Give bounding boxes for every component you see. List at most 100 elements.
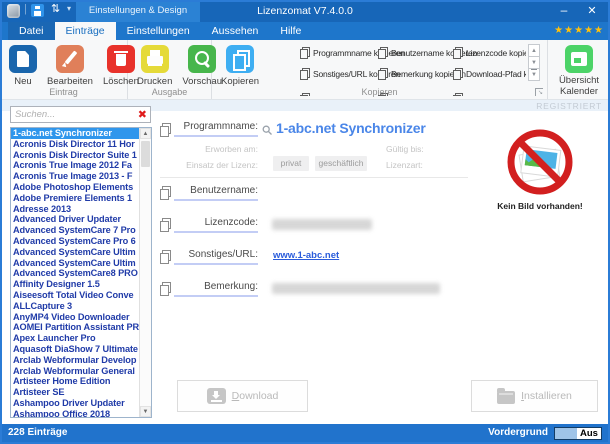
qat-dropdown-caret-icon[interactable]: ▾ — [67, 4, 71, 13]
search-input[interactable] — [15, 108, 130, 121]
list-item[interactable]: Arclab Webformular Develop — [11, 355, 139, 366]
copy-command-item[interactable]: Download-Pfad kopieren — [453, 67, 526, 80]
list-item[interactable]: Advanced SystemCare Pro 6 — [11, 236, 139, 247]
copy-icon — [453, 46, 463, 59]
tab-eintraege[interactable]: Einträge — [54, 22, 116, 40]
list-item[interactable]: Acronis True Image 2012 Fa — [11, 160, 139, 171]
tab-aussehen[interactable]: Aussehen — [201, 22, 270, 40]
list-item[interactable]: Artisteer SE — [11, 387, 139, 398]
list-item[interactable]: Acronis True Image 2013 - F — [11, 171, 139, 182]
download-icon — [206, 388, 226, 404]
uebersicht-kalender-button[interactable]: Übersicht Kalender — [548, 40, 610, 97]
updown-arrows-icon[interactable]: ⇅ — [51, 2, 60, 15]
list-item[interactable]: Ashampoo Office 2018 — [11, 409, 139, 417]
copy-command-item[interactable]: Programmname kopieren — [300, 46, 405, 59]
section-divider — [160, 177, 468, 178]
lizenzart-label: Lizenzart: — [386, 160, 423, 170]
kopieren-button[interactable]: Kopieren — [218, 45, 262, 87]
calendar-icon — [565, 45, 593, 73]
ribbon-group-kopieren: Kopieren Programmname kopieren Benutzern… — [212, 40, 548, 99]
list-item[interactable]: Apex Launcher Pro — [11, 333, 139, 344]
geschaeftlich-toggle-button[interactable]: geschäftlich — [315, 156, 367, 171]
copy-command-item[interactable]: Lizenzcode kopieren — [453, 46, 526, 59]
app-window: Lizenzomat V7.4.0.0 | ⇅ ▾ Einstellungen … — [0, 0, 610, 444]
gallery-scroll-buttons: ▲ ▼ ▼ — [528, 44, 540, 81]
scroll-up-icon[interactable]: ▲ — [140, 128, 151, 139]
programmname-value: 1-abc.net Synchronizer — [276, 120, 426, 136]
ribbon-group-kalender: Übersicht Kalender — [548, 40, 610, 99]
list-item[interactable]: 1-abc.net Synchronizer — [11, 128, 139, 139]
vordergrund-toggle[interactable]: Aus — [554, 427, 602, 440]
dialog-launcher-icon[interactable]: ↘ — [535, 88, 543, 96]
copy-command-item[interactable]: Bemerkung kopieren — [378, 67, 466, 80]
lizenzcode-redacted-value — [272, 219, 372, 230]
copy-icon — [453, 67, 463, 80]
list-item[interactable]: Advanced SystemCare8 PRO — [11, 268, 139, 279]
group-label-kopieren: Kopieren — [361, 87, 398, 97]
list-item[interactable]: Aquasoft DiaShow 7 Ultimate — [11, 344, 139, 355]
list-item[interactable]: Acronis Disk Director 11 Hor — [11, 139, 139, 150]
copy-icon — [378, 67, 388, 80]
list-scrollbar[interactable]: ▲ ▼ — [139, 128, 151, 417]
list-item[interactable]: Arclab Webformular General — [11, 366, 139, 377]
toggle-track — [555, 428, 577, 439]
clear-search-icon[interactable]: ✖ — [138, 108, 147, 122]
list-item[interactable]: AOMEI Partition Assistant PR — [11, 322, 139, 333]
copy-bemerkung-icon[interactable] — [160, 282, 171, 296]
copy-benutzername-icon[interactable] — [160, 186, 171, 200]
close-button[interactable]: ✕ — [582, 0, 602, 22]
save-icon[interactable] — [31, 4, 44, 17]
list-item[interactable]: Adobe Photoshop Elements — [11, 182, 139, 193]
tab-einstellungen[interactable]: Einstellungen — [116, 22, 201, 40]
list-item[interactable]: ALLCapture 3 — [11, 301, 139, 312]
copy-sonstiges-url-icon[interactable] — [160, 250, 171, 264]
lizenzcode-label: Lizenzcode: — [174, 217, 258, 233]
copy-lizenzcode-icon[interactable] — [160, 218, 171, 232]
download-button[interactable]: Download — [177, 380, 308, 412]
bearbeiten-button[interactable]: Bearbeiten — [44, 45, 96, 87]
program-listbox: 1-abc.net Synchronizer Acronis Disk Direc… — [10, 127, 152, 418]
url-link[interactable]: www.1-abc.net — [273, 250, 339, 261]
copy-command-item[interactable]: Benutzername kopieren — [378, 46, 477, 59]
list-item[interactable]: Affinity Designer 1.5 — [11, 279, 139, 290]
group-label-ausgabe: Ausgabe — [151, 87, 188, 97]
tab-datei[interactable]: Datei — [8, 22, 55, 40]
bemerkung-redacted-value — [272, 283, 440, 294]
scroll-down-icon[interactable]: ▼ — [140, 406, 151, 417]
list-item[interactable]: Artisteer Home Edition — [11, 376, 139, 387]
toggle-state: Aus — [580, 428, 598, 439]
list-item[interactable]: AnyMP4 Video Downloader — [11, 312, 139, 323]
minimize-button[interactable]: – — [554, 0, 574, 22]
title-bar: Lizenzomat V7.4.0.0 | ⇅ ▾ Einstellungen … — [0, 0, 610, 22]
list-item[interactable]: Ashampoo Driver Updater — [11, 398, 139, 409]
list-item[interactable]: Advanced SystemCare Ultim — [11, 247, 139, 258]
list-item[interactable]: Advanced SystemCare 7 Pro — [11, 225, 139, 236]
neu-button[interactable]: Neu — [6, 45, 40, 87]
copy-pages-icon — [226, 45, 255, 73]
tab-hilfe[interactable]: Hilfe — [269, 22, 312, 40]
search-value-icon — [262, 125, 272, 135]
qat-group-label[interactable]: Einstellungen & Design — [76, 0, 200, 22]
ribbon-group-eintrag: Neu Bearbeiten Löschen Eintrag — [0, 40, 139, 99]
list-item[interactable]: Acronis Disk Director Suite 1 — [11, 150, 139, 161]
ribbon-tab-bar: Datei Einträge Einstellungen Aussehen Hi… — [0, 22, 610, 40]
printer-icon — [140, 45, 169, 73]
scrollbar-thumb[interactable] — [141, 141, 150, 167]
list-item[interactable]: Adobe Premiere Elements 1 — [11, 193, 139, 204]
erworben-am-label: Erworben am: — [205, 144, 258, 154]
vordergrund-label: Vordergrund — [488, 427, 548, 438]
copy-icon — [378, 46, 388, 59]
list-item[interactable]: Advanced SystemCare Ultim — [11, 258, 139, 269]
drucken-button[interactable]: Drucken — [134, 45, 175, 87]
list-item[interactable]: Adresse 2013 — [11, 204, 139, 215]
registered-badge: REGISTRIERT — [536, 101, 602, 111]
list-item[interactable]: Aiseesoft Total Video Conve — [11, 290, 139, 301]
installieren-button[interactable]: Installieren — [471, 380, 598, 412]
copy-programmname-icon[interactable] — [160, 123, 171, 137]
copy-command-item[interactable]: Sonstiges/URL kopieren — [300, 67, 400, 80]
pencil-icon — [55, 45, 84, 73]
privat-toggle-button[interactable]: privat — [273, 156, 309, 171]
gallery-more-button[interactable]: ▼ — [528, 68, 540, 81]
list-item[interactable]: Advanced Driver Updater — [11, 214, 139, 225]
ribbon: Neu Bearbeiten Löschen Eintrag Drucken V… — [0, 40, 610, 100]
